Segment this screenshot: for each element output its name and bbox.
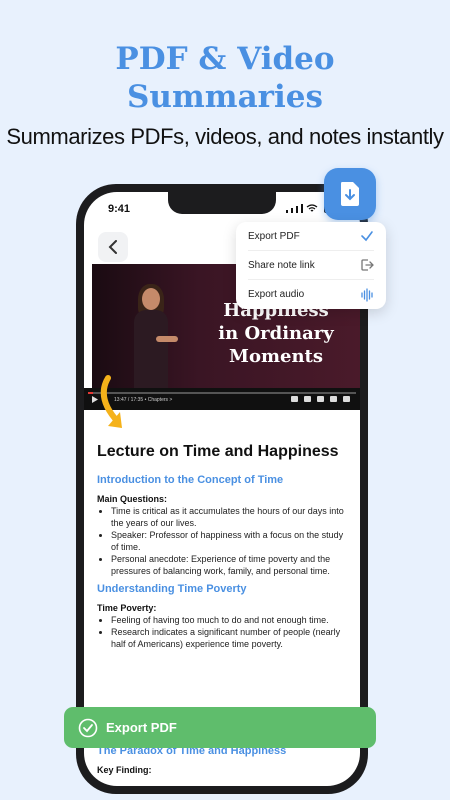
- headline-line-2: Summaries: [127, 79, 323, 115]
- signal-bar: [291, 208, 293, 213]
- list-item: Time is critical as it accumulates the h…: [111, 505, 347, 529]
- document-title: Lecture on Time and Happiness: [97, 443, 339, 460]
- captions-icon[interactable]: [291, 396, 298, 402]
- speaker-arm: [156, 336, 178, 342]
- signal-bar: [301, 204, 303, 213]
- headline-line-1: PDF & Video: [115, 41, 335, 77]
- menu-item-label: Share note link: [248, 259, 315, 271]
- section-label: Main Questions:: [97, 494, 168, 504]
- theater-icon[interactable]: [330, 396, 337, 402]
- notch: [168, 192, 276, 214]
- bullet-list: Feeling of having too much to do and not…: [111, 614, 347, 650]
- toast-label: Export PDF: [106, 720, 177, 735]
- list-item: Research indicates a significant number …: [111, 626, 347, 650]
- list-item: Speaker: Professor of happiness with a f…: [111, 529, 347, 553]
- document-continuation: The Paradox of Time and Happiness Key Fi…: [97, 745, 347, 776]
- menu-item-share-link[interactable]: Share note link: [248, 251, 374, 280]
- share-exit-icon: [361, 259, 374, 271]
- subheadline: Summarizes PDFs, videos, and notes insta…: [6, 124, 444, 149]
- status-time: 9:41: [108, 203, 131, 215]
- file-download-icon: [341, 182, 359, 206]
- video-control-icons: [291, 396, 350, 402]
- summary-document: Lecture on Time and Happiness Introducti…: [97, 442, 347, 656]
- chevron-left-icon: [108, 240, 117, 254]
- wifi-icon: [306, 204, 318, 212]
- list-item: Feeling of having too much to do and not…: [111, 614, 347, 626]
- headline: PDF & Video Summaries: [0, 40, 450, 116]
- list-item: Personal anecdote: Experience of time po…: [111, 553, 347, 577]
- settings-icon[interactable]: [304, 396, 311, 402]
- curved-arrow-icon: [100, 375, 122, 428]
- export-menu: Export PDF Share note link Export audio: [236, 222, 386, 309]
- bullet-list: Time is critical as it accumulates the h…: [111, 505, 347, 577]
- menu-item-export-pdf[interactable]: Export PDF: [248, 222, 374, 251]
- menu-item-export-audio[interactable]: Export audio: [248, 280, 374, 309]
- video-title-line: in Ordinary: [218, 323, 334, 344]
- speaker-head: [142, 288, 160, 310]
- section-label: Key Finding:: [97, 765, 152, 775]
- check-icon: [361, 231, 373, 242]
- menu-item-label: Export audio: [248, 289, 305, 300]
- video-title-line: Moments: [229, 346, 323, 367]
- check-circle-icon: [78, 718, 98, 737]
- miniplayer-icon[interactable]: [317, 396, 324, 402]
- export-fab-button[interactable]: [324, 168, 376, 220]
- audio-wave-icon: [361, 287, 373, 302]
- section-label: Time Poverty:: [97, 603, 157, 613]
- export-toast[interactable]: Export PDF: [64, 707, 376, 748]
- video-progress-fill: [88, 392, 94, 394]
- fullscreen-icon[interactable]: [343, 396, 350, 402]
- signal-bar: [296, 206, 298, 213]
- menu-item-label: Export PDF: [248, 230, 300, 242]
- speaker-body: [134, 310, 168, 394]
- back-button[interactable]: [98, 232, 128, 262]
- section-heading: Understanding Time Poverty: [97, 583, 247, 595]
- signal-icon: [286, 210, 288, 213]
- section-heading: Introduction to the Concept of Time: [97, 474, 284, 486]
